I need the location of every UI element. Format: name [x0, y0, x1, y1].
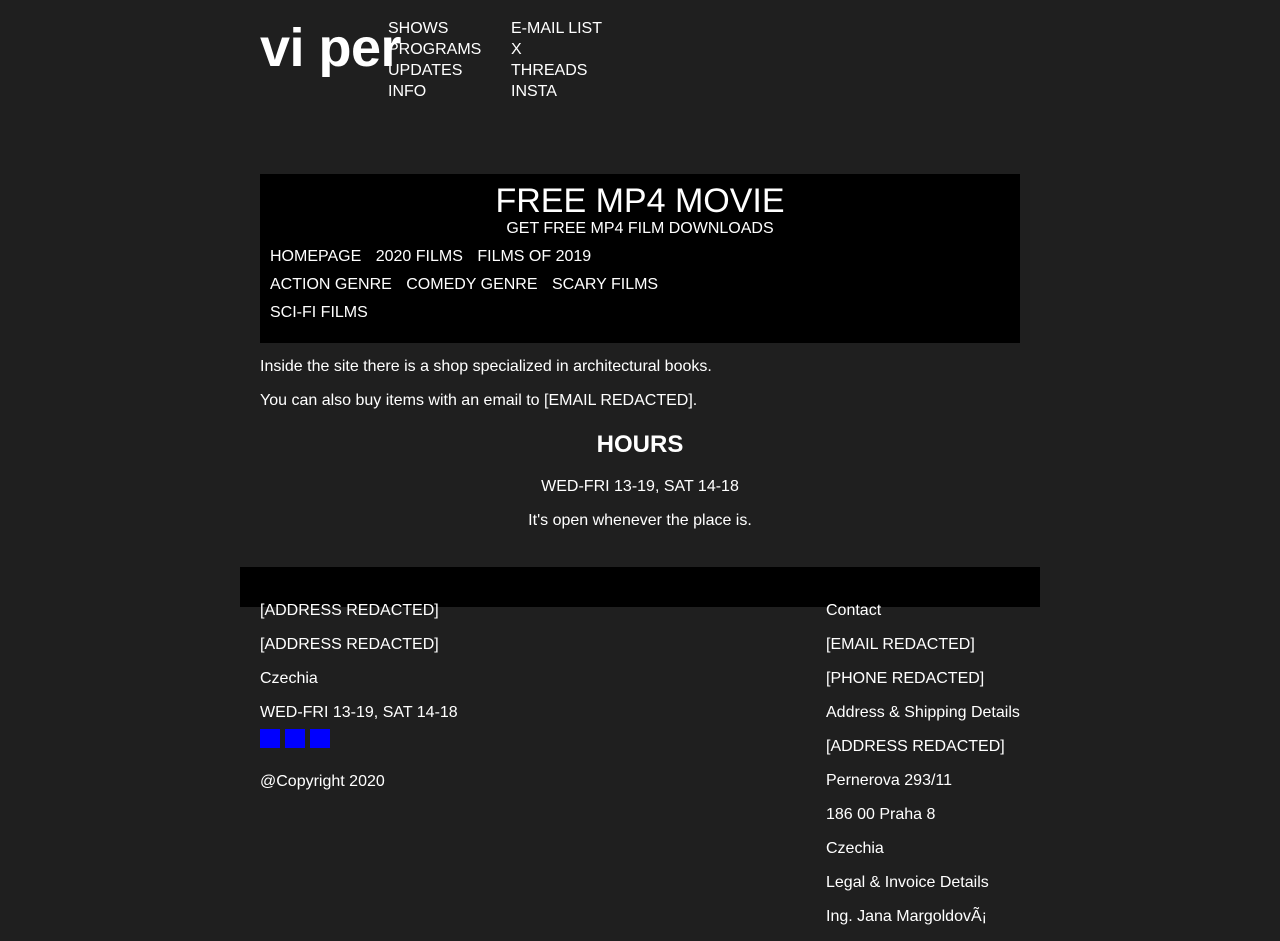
nav-email-list[interactable]: E-MAIL LIST [511, 18, 602, 39]
social-icon[interactable] [310, 729, 330, 748]
banner-subtitle: GET FREE MP4 FILM DOWNLOADS [506, 220, 774, 237]
nav-threads[interactable]: THREADS [511, 60, 602, 81]
shipping-address-line: [ADDRESS REDACTED] [826, 738, 1005, 755]
contact-email[interactable]: [EMAIL REDACTED] [826, 635, 1020, 669]
shipping-country: Czechia [826, 840, 884, 857]
legal-name: Ing. Jana MargoldovÃ¡ [826, 908, 987, 925]
hours-heading: HOURS [596, 431, 684, 458]
email-purchase-note: You can also buy items with an email to … [260, 392, 698, 409]
shipping-street: Pernerova 293/11 [826, 772, 953, 789]
nav-x[interactable]: X [511, 39, 602, 60]
banner-link-films-2019[interactable]: FILMS OF 2019 [477, 248, 591, 265]
nav-updates[interactable]: UPDATES [388, 60, 481, 81]
footer-contact: Contact [EMAIL REDACTED] [PHONE REDACTED… [826, 601, 1020, 941]
banner-link-action[interactable]: ACTION GENRE [270, 276, 392, 293]
nav-programs[interactable]: PROGRAMS [388, 39, 481, 60]
banner-title: FREE MP4 MOVIE [495, 182, 785, 220]
hours-note: It's open whenever the place is. [528, 512, 752, 529]
banner-links: HOMEPAGE 2020 FILMS FILMS OF 2019 ACTION… [270, 246, 668, 330]
banner-link-2020-films[interactable]: 2020 FILMS [376, 248, 463, 265]
social-icon[interactable] [260, 729, 280, 748]
footer-country: Czechia [260, 670, 318, 687]
social-nav: E-MAIL LIST X THREADS INSTA [511, 18, 602, 102]
nav-info[interactable]: INFO [388, 81, 481, 102]
banner-links-row: HOMEPAGE 2020 FILMS FILMS OF 2019 [270, 246, 668, 274]
banner-link-scifi[interactable]: SCI-FI FILMS [270, 304, 368, 321]
banner-link-scary[interactable]: SCARY FILMS [552, 276, 658, 293]
footer-address-line: [ADDRESS REDACTED] [260, 602, 439, 619]
footer-social-icons [260, 729, 335, 748]
banner-links-row: ACTION GENRE COMEDY GENRE SCARY FILMS [270, 274, 668, 302]
banner-link-homepage[interactable]: HOMEPAGE [270, 248, 361, 265]
contact-heading: Contact [826, 602, 882, 619]
social-icon[interactable] [285, 729, 305, 748]
shipping-city: 186 00 Praha 8 [826, 806, 936, 823]
shipping-heading: Address & Shipping Details [826, 704, 1020, 721]
ad-banner: FREE MP4 MOVIE GET FREE MP4 FILM DOWNLOA… [260, 174, 1020, 343]
banner-links-row: SCI-FI FILMS [270, 302, 668, 330]
nav-insta[interactable]: INSTA [511, 81, 602, 102]
banner-link-comedy[interactable]: COMEDY GENRE [406, 276, 537, 293]
legal-heading: Legal & Invoice Details [826, 874, 989, 891]
main-nav: SHOWS PROGRAMS UPDATES INFO [388, 18, 481, 102]
contact-phone[interactable]: [PHONE REDACTED] [826, 669, 1020, 703]
shop-description: Inside the site there is a shop speciali… [260, 358, 712, 375]
nav-shows[interactable]: SHOWS [388, 18, 481, 39]
hours-text: WED-FRI 13-19, SAT 14-18 [541, 478, 739, 495]
copyright: @Copyright 2020 [260, 773, 385, 790]
footer-address-line: [ADDRESS REDACTED] [260, 636, 439, 653]
site-logo[interactable]: vi per [260, 18, 402, 78]
footer-address: [ADDRESS REDACTED] [ADDRESS REDACTED] Cz… [260, 601, 458, 737]
